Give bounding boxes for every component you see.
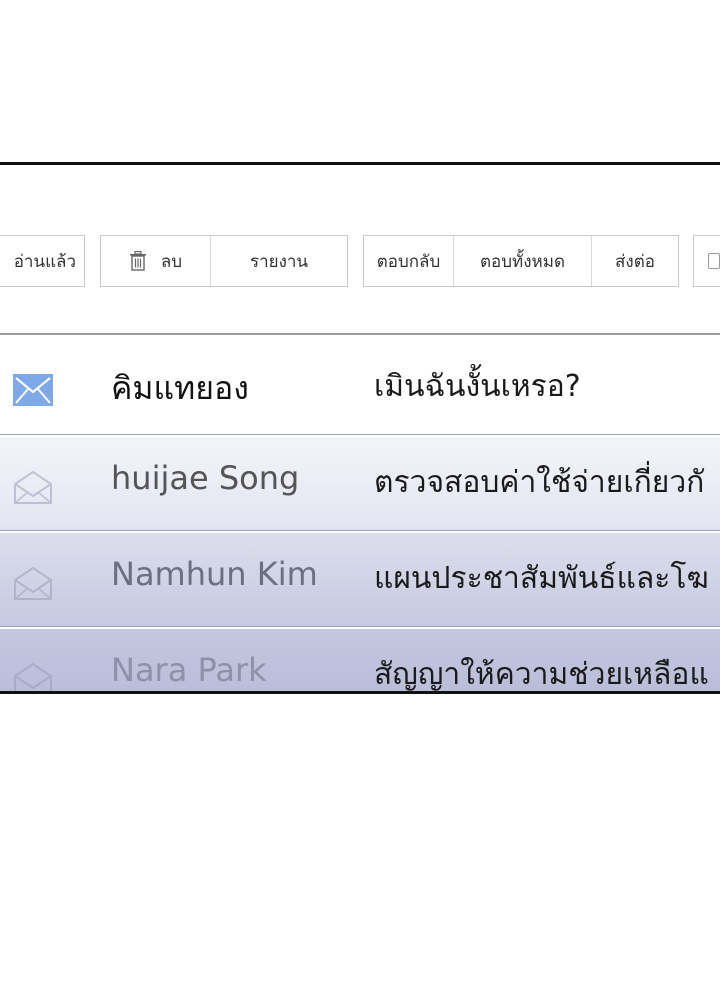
mail-panel: อ่านแล้ว ลบ รายงาน ตอบกลับ ตอบทั้งหมด ส่… — [0, 162, 720, 694]
email-sender: huijae Song — [111, 459, 300, 497]
email-subject: เมินฉันงั้นเหรอ? — [374, 369, 581, 404]
reply-button[interactable]: ตอบกลับ — [364, 236, 454, 286]
email-row[interactable]: Namhun Kim แผนประชาสัมพันธ์และโฆ — [0, 533, 720, 627]
email-sender: Nara Park — [111, 651, 267, 689]
more-button[interactable] — [694, 236, 720, 286]
forward-button[interactable]: ส่งต่อ — [592, 236, 678, 286]
email-row[interactable]: คิมแทยอง เมินฉันงั้นเหรอ? — [0, 341, 720, 435]
envelope-open-icon — [13, 566, 53, 600]
envelope-open-icon — [13, 470, 53, 504]
email-sender: คิมแทยอง — [111, 369, 249, 407]
email-subject: ตรวจสอบค่าใช้จ่ายเกี่ยวกั — [374, 465, 705, 500]
mark-read-button[interactable]: อ่านแล้ว — [0, 236, 84, 286]
email-subject: แผนประชาสัมพันธ์และโฆ — [374, 561, 709, 596]
delete-label: ลบ — [160, 251, 183, 272]
toolbar-group-reply: ตอบกลับ ตอบทั้งหมด ส่งต่อ — [363, 235, 679, 287]
toolbar-group-delete: ลบ รายงาน — [100, 235, 348, 287]
trash-icon — [129, 250, 147, 271]
envelope-open-icon — [13, 662, 53, 691]
checkbox-icon — [708, 253, 720, 269]
email-subject: สัญญาให้ความช่วยเหลือแ — [374, 657, 709, 692]
email-sender: Namhun Kim — [111, 555, 318, 593]
delete-button[interactable]: ลบ — [101, 236, 211, 286]
toolbar-divider — [0, 333, 720, 335]
toolbar-group-read: อ่านแล้ว — [0, 235, 85, 287]
toolbar-group-more — [693, 235, 720, 287]
email-row[interactable]: Nara Park สัญญาให้ความช่วยเหลือแ — [0, 629, 720, 692]
email-row[interactable]: huijae Song ตรวจสอบค่าใช้จ่ายเกี่ยวกั — [0, 437, 720, 531]
reply-all-button[interactable]: ตอบทั้งหมด — [454, 236, 592, 286]
mail-toolbar: อ่านแล้ว ลบ รายงาน ตอบกลับ ตอบทั้งหมด ส่… — [0, 235, 720, 291]
report-button[interactable]: รายงาน — [211, 236, 347, 286]
email-list: คิมแทยอง เมินฉันงั้นเหรอ? huijae Song ตร… — [0, 341, 720, 692]
envelope-closed-icon — [13, 374, 53, 406]
